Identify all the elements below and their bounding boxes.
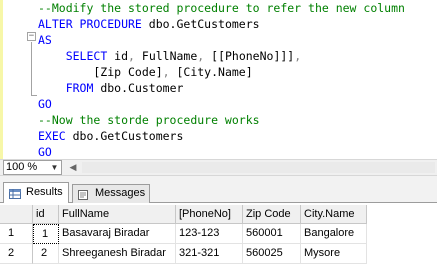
code-token: FullName bbox=[141, 49, 198, 63]
messages-icon bbox=[78, 189, 90, 200]
table-cell[interactable]: Mysore bbox=[301, 244, 367, 264]
code-line[interactable]: GO bbox=[38, 96, 405, 112]
code-line[interactable]: FROM dbo.Customer bbox=[38, 80, 405, 96]
code-token: , bbox=[162, 65, 177, 79]
column-header-zipcode[interactable]: Zip Code bbox=[243, 205, 301, 224]
code-token: [City.Name] bbox=[176, 65, 253, 79]
horizontal-scrollbar[interactable] bbox=[82, 162, 435, 173]
table-cell[interactable]: 1 bbox=[33, 224, 59, 244]
grid-icon bbox=[9, 187, 21, 199]
tab-results-label: Results bbox=[26, 186, 63, 198]
results-grid[interactable]: id FullName [PhoneNo] Zip Code City.Name… bbox=[0, 203, 437, 265]
column-header-id[interactable]: id bbox=[33, 205, 59, 224]
code-line[interactable]: [Zip Code], [City.Name] bbox=[38, 64, 405, 80]
code-text[interactable]: --Modify the stored procedure to refer t… bbox=[38, 0, 405, 160]
code-line[interactable]: EXEC dbo.GetCustomers bbox=[38, 128, 405, 144]
code-token: , bbox=[128, 49, 142, 63]
table-cell[interactable]: 2 bbox=[33, 244, 59, 264]
column-header-fullname[interactable]: FullName bbox=[59, 205, 176, 224]
row-header[interactable]: 1 bbox=[0, 224, 33, 244]
tab-results[interactable]: Results bbox=[3, 182, 69, 204]
column-header-phoneno[interactable]: [PhoneNo] bbox=[176, 205, 243, 224]
code-line[interactable]: AS bbox=[38, 32, 405, 48]
code-token: GO bbox=[38, 145, 52, 159]
code-token: SELECT bbox=[65, 49, 115, 63]
code-token: , bbox=[294, 49, 302, 63]
table-cell[interactable]: Bangalore bbox=[301, 224, 367, 244]
tab-messages[interactable]: Messages bbox=[72, 184, 150, 203]
code-token: --Now the storde procedure works bbox=[38, 113, 260, 127]
code-token: AS bbox=[38, 33, 52, 47]
code-line[interactable]: --Now the storde procedure works bbox=[38, 112, 405, 128]
tab-messages-label: Messages bbox=[95, 187, 146, 199]
collapse-icon[interactable]: − bbox=[27, 32, 36, 41]
code-token: EXEC bbox=[38, 129, 73, 143]
grid-corner[interactable] bbox=[0, 205, 33, 224]
code-line[interactable]: ALTER PROCEDURE dbo.GetCustomers bbox=[38, 16, 405, 32]
zoom-value: 100 % bbox=[6, 161, 38, 173]
change-tracking-bar bbox=[0, 0, 3, 159]
table-cell[interactable]: Shreeganesh Biradar bbox=[59, 244, 176, 264]
code-line[interactable]: --Modify the stored procedure to refer t… bbox=[38, 0, 405, 16]
table-cell[interactable]: Basavaraj Biradar bbox=[59, 224, 176, 244]
code-token: ALTER PROCEDURE bbox=[38, 17, 149, 31]
outline-end bbox=[31, 95, 37, 96]
column-header-cityname[interactable]: City.Name bbox=[301, 205, 367, 224]
code-token: --Modify the stored procedure to refer t… bbox=[38, 1, 405, 15]
row-header[interactable]: 2 bbox=[0, 244, 33, 264]
sql-editor[interactable]: − --Modify the stored procedure to refer… bbox=[0, 0, 437, 159]
code-token: id bbox=[114, 49, 129, 63]
zoom-bar: 100 % ▼ ◀ bbox=[0, 159, 437, 176]
code-token: dbo.Customer bbox=[100, 81, 184, 95]
table-cell[interactable]: 560025 bbox=[243, 244, 301, 264]
code-line[interactable]: GO bbox=[38, 144, 405, 160]
code-line[interactable]: SELECT id, FullName, [[PhoneNo]]], bbox=[38, 48, 405, 64]
code-token: GO bbox=[38, 97, 52, 111]
chevron-down-icon[interactable]: ▼ bbox=[49, 162, 60, 173]
code-token: dbo.GetCustomers bbox=[72, 129, 184, 143]
table-cell[interactable]: 321-321 bbox=[176, 244, 243, 264]
scroll-left-icon[interactable]: ◀ bbox=[66, 161, 80, 174]
results-tabstrip: Results Messages bbox=[0, 176, 437, 204]
zoom-dropdown[interactable]: 100 % ▼ bbox=[3, 160, 62, 175]
table-cell[interactable]: 123-123 bbox=[176, 224, 243, 244]
code-token: [Zip Code] bbox=[38, 65, 163, 79]
code-token: FROM bbox=[65, 81, 101, 95]
table-cell[interactable]: 560001 bbox=[243, 224, 301, 244]
outline-line bbox=[31, 42, 32, 96]
code-token: [[PhoneNo]]] bbox=[211, 49, 295, 63]
code-token: , bbox=[197, 49, 212, 63]
code-token: dbo.GetCustomers bbox=[148, 17, 260, 31]
